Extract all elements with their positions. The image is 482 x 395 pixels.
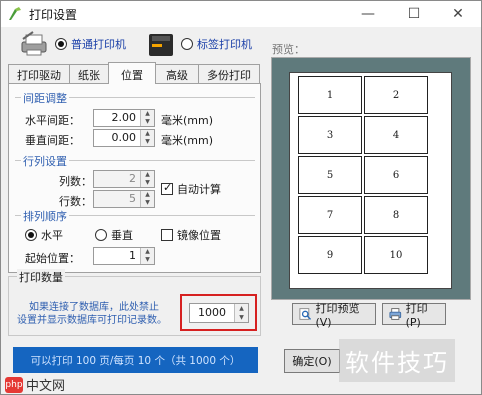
print-button[interactable]: 打印(P): [382, 302, 446, 329]
normal-printer-radio[interactable]: [55, 38, 67, 50]
label-cell: 8: [364, 196, 428, 234]
site-logo: php 中文网: [5, 375, 65, 394]
label-printer-radio[interactable]: [181, 38, 193, 50]
tab-position[interactable]: 位置: [108, 62, 156, 84]
label-cell: 9: [298, 236, 362, 274]
label-cell: 2: [364, 76, 428, 114]
print-summary-bar: 可以打印 100 页/每页 10 个（共 1000 个）: [13, 347, 258, 373]
logo-text: 中文网: [26, 379, 66, 394]
rows-input[interactable]: 5 ▲ ▼: [93, 190, 155, 208]
printer-icon: [389, 308, 402, 320]
label-printer-option[interactable]: 标签打印机: [147, 29, 252, 59]
spin-arrows[interactable]: ▲ ▼: [140, 171, 154, 187]
label-cell: 5: [298, 156, 362, 194]
order-horizontal-radio[interactable]: [25, 229, 37, 241]
horizontal-spacing-unit: 毫米(mm): [161, 114, 214, 127]
tab-paper[interactable]: 纸张: [69, 64, 109, 84]
watermark: 软件技巧: [339, 339, 455, 382]
order-vertical-option[interactable]: 垂直: [95, 227, 133, 243]
horizontal-spacing-value: 2.00: [111, 111, 137, 124]
spin-arrows[interactable]: ▲ ▼: [140, 110, 154, 126]
preview-label: 预览：: [272, 43, 305, 56]
print-preview-label: 打印预览(V): [315, 301, 360, 329]
print-label: 打印(P): [405, 301, 428, 329]
start-position-value: 1: [129, 249, 136, 262]
minimize-button[interactable]: —: [345, 1, 391, 27]
label-printer-icon: [149, 34, 173, 56]
start-position-label: 起始位置：: [25, 252, 80, 265]
label-cell: 3: [298, 116, 362, 154]
spin-arrows[interactable]: ▲ ▼: [140, 130, 154, 146]
label-printer-label: 标签打印机: [197, 38, 252, 51]
auto-calc-label: 自动计算: [177, 183, 221, 196]
print-preview-button[interactable]: 打印预览(V): [292, 302, 376, 329]
label-cell: 4: [364, 116, 428, 154]
spin-arrows[interactable]: ▲ ▼: [140, 248, 154, 264]
close-button[interactable]: ✕: [435, 1, 481, 27]
window-title: 打印设置: [29, 8, 78, 22]
ok-button[interactable]: 确定(O): [284, 349, 340, 373]
label-cell: 1: [298, 76, 362, 114]
tab-print-driver[interactable]: 打印驱动: [8, 64, 70, 84]
label-cell: 6: [364, 156, 428, 194]
app-icon: [9, 7, 21, 20]
position-tab-panel: 间距调整 水平间距： 2.00 ▲ ▼ 毫米(mm) 垂直间距： 0.00 ▲ ▼ …: [8, 83, 261, 273]
label-cell: 10: [364, 236, 428, 274]
order-vertical-radio[interactable]: [95, 229, 107, 241]
preview-paper: 1 2 3 4 5 6 7 8 9 10: [289, 72, 452, 289]
label-cell: 7: [298, 196, 362, 234]
horizontal-spacing-input[interactable]: 2.00 ▲ ▼: [93, 109, 155, 127]
auto-calc-option[interactable]: 自动计算: [161, 181, 221, 197]
columns-value: 2: [129, 172, 136, 185]
mirror-label: 镜像位置: [177, 229, 221, 242]
columns-label: 列数：: [59, 175, 92, 188]
mirror-checkbox[interactable]: [161, 229, 173, 241]
mirror-option[interactable]: 镜像位置: [161, 227, 221, 243]
tab-multi-copy[interactable]: 多份打印: [198, 64, 260, 84]
settings-tabs: 打印驱动 纸张 位置 高级 多份打印: [8, 62, 260, 84]
quantity-hint-line1: 如果连接了数据库，此处禁止: [29, 302, 159, 313]
spacing-group-title: 间距调整: [21, 90, 69, 106]
print-quantity-title: 打印数量: [17, 269, 65, 285]
vertical-spacing-input[interactable]: 0.00 ▲ ▼: [93, 129, 155, 147]
rows-label: 行数：: [59, 195, 92, 208]
start-position-input[interactable]: 1 ▲ ▼: [93, 247, 155, 265]
spin-arrows[interactable]: ▲ ▼: [140, 191, 154, 207]
vertical-spacing-label: 垂直间距：: [25, 134, 80, 147]
highlight-box: [180, 294, 257, 331]
title-bar: 打印设置 — ☐ ✕: [1, 1, 481, 27]
vertical-spacing-value: 0.00: [111, 131, 137, 144]
order-group-title: 排列顺序: [21, 208, 69, 224]
grid-group-title: 行列设置: [21, 153, 69, 169]
normal-printer-option[interactable]: 普通打印机: [19, 29, 126, 59]
auto-calc-checkbox[interactable]: [161, 181, 173, 195]
maximize-button[interactable]: ☐: [391, 1, 437, 27]
order-horizontal-option[interactable]: 水平: [25, 227, 63, 243]
desktop-printer-icon: [21, 31, 47, 56]
magnifier-icon: [299, 308, 312, 320]
print-settings-window: 打印设置 — ☐ ✕ 普通打印机 标签打印机 打印驱动 纸张 位置 高级 多份打…: [0, 0, 482, 395]
tab-advanced[interactable]: 高级: [155, 64, 199, 84]
columns-input[interactable]: 2 ▲ ▼: [93, 170, 155, 188]
rows-value: 5: [129, 192, 136, 205]
vertical-spacing-unit: 毫米(mm): [161, 134, 214, 147]
quantity-hint-line2: 设置并显示数据库可打印记录数。: [17, 315, 167, 326]
normal-printer-label: 普通打印机: [71, 38, 126, 51]
order-vertical-label: 垂直: [111, 229, 133, 242]
horizontal-spacing-label: 水平间距：: [25, 114, 80, 127]
logo-badge: php: [5, 376, 23, 393]
order-horizontal-label: 水平: [41, 229, 63, 242]
